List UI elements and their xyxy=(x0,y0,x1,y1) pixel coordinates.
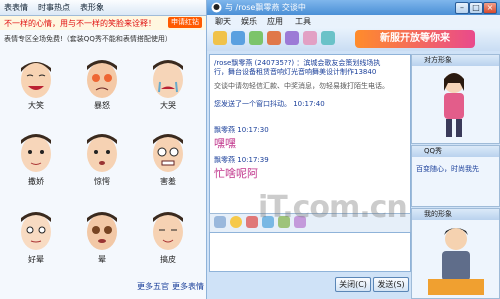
peer-avatar-icon xyxy=(444,73,464,137)
face-naughty-icon[interactable] xyxy=(144,208,192,252)
emoji-icon[interactable] xyxy=(230,216,242,228)
watermark: iT.com.cn xyxy=(258,190,408,225)
my-avatar-icon xyxy=(428,228,484,295)
system-shake-notice: 您发送了一个窗口抖动。 10:17:40 xyxy=(214,100,325,108)
maximize-button[interactable]: □ xyxy=(469,2,483,14)
face-label: 暴怒 xyxy=(94,101,110,110)
close-window-button[interactable]: × xyxy=(483,2,497,14)
face-label: 大笑 xyxy=(28,101,44,110)
tab-hot-topics[interactable]: 时事热点 xyxy=(38,2,70,14)
bottom-buttons: 关闭(C) 发送(S) xyxy=(207,272,410,299)
face-label: 惊愕 xyxy=(94,177,110,186)
tab-avatar[interactable]: 表形象 xyxy=(80,2,104,14)
face-coy-icon[interactable] xyxy=(12,130,60,174)
promo-text: 不一样的心情，用与不一样的笑脸来诠释！ xyxy=(4,19,156,28)
face-cry-icon[interactable] xyxy=(144,56,192,100)
qqshow-title: QQ秀 xyxy=(412,146,499,157)
face-faint-icon[interactable] xyxy=(78,208,126,252)
sender-name: 飘零燕 xyxy=(214,156,235,164)
message-text: 忙啥呢阿 xyxy=(214,167,258,180)
video-icon[interactable] xyxy=(231,31,245,45)
menu-entertainment[interactable]: 娱乐 xyxy=(241,16,257,27)
free-notice: 表情专区全场免费!（套装QQ秀不能和表情搭配使用） xyxy=(4,35,172,43)
voice-icon[interactable] xyxy=(213,31,227,45)
menu-tools[interactable]: 工具 xyxy=(295,16,311,27)
minimize-button[interactable]: – xyxy=(455,2,469,14)
message-input[interactable] xyxy=(209,232,411,272)
sender-name: 飘零燕 xyxy=(214,126,235,134)
face-label: 撒娇 xyxy=(28,177,44,186)
promo-bar: 不一样的心情，用与不一样的笑脸来诠释！ 申请红钻 xyxy=(0,16,206,30)
tab-expressions[interactable]: 表表情 xyxy=(4,2,28,14)
face-angry-icon[interactable] xyxy=(78,56,126,100)
face-dizzy-icon[interactable] xyxy=(12,208,60,252)
menu-apps[interactable]: 应用 xyxy=(267,16,283,27)
face-grid: 大笑 暴怒 大哭 撒娇 惊愕 害羞 好晕 晕 搞皮 xyxy=(0,48,206,278)
window-title: 与 /rose飘零燕 交谈中 xyxy=(225,3,306,12)
qqshow-slogan[interactable]: 百变随心，时尚我先 xyxy=(416,164,479,174)
title-bar: 与 /rose飘零燕 交谈中 – □ × xyxy=(207,0,500,15)
face-label: 晕 xyxy=(98,255,106,264)
face-label: 大哭 xyxy=(160,101,176,110)
face-label: 搞皮 xyxy=(160,255,176,264)
my-avatar-panel: 我的形象 xyxy=(411,208,500,299)
peer-avatar-panel: 对方形象 xyxy=(411,54,500,144)
qqshow-panel: QQ秀 百变随心，时尚我先 xyxy=(411,145,500,207)
apply-red-diamond-button[interactable]: 申请红钻 xyxy=(168,17,202,28)
menu-chat[interactable]: 聊天 xyxy=(215,16,231,27)
face-shocked-icon[interactable] xyxy=(78,130,126,174)
menu-bar: 聊天 娱乐 应用 工具 xyxy=(207,15,500,27)
qzone-icon[interactable] xyxy=(303,31,317,45)
ad-banner[interactable]: 新服开放等你来 xyxy=(355,30,475,48)
more-features-link[interactable]: 更多五官 xyxy=(137,281,169,292)
close-chat-button[interactable]: 关闭(C) xyxy=(335,277,371,292)
font-icon[interactable] xyxy=(214,216,226,228)
system-warning: 交谈中请勿轻信汇款、中奖消息，勿轻易拨打陌生电话。 xyxy=(214,82,389,90)
message-time: 10:17:39 xyxy=(237,156,269,164)
peer-avatar-title: 对方形象 xyxy=(412,55,499,66)
message-text: 嘿嘿 xyxy=(214,137,236,150)
group-icon[interactable] xyxy=(285,31,299,45)
message-line: 行，舞台设备租赁音响灯光音响舞美设计制作13840 xyxy=(214,68,377,76)
face-laugh-icon[interactable] xyxy=(12,56,60,100)
send-button[interactable]: 发送(S) xyxy=(373,277,409,292)
face-label: 好晕 xyxy=(28,255,44,264)
more-expressions-link[interactable]: 更多表情 xyxy=(172,281,204,292)
apps-icon[interactable] xyxy=(321,31,335,45)
face-label: 害羞 xyxy=(160,177,176,186)
face-shy-icon[interactable] xyxy=(144,130,192,174)
panel-tabs: 表表情 时事热点 表形象 xyxy=(0,0,206,16)
qq-penguin-icon xyxy=(211,2,222,13)
remote-icon[interactable] xyxy=(267,31,281,45)
file-transfer-icon[interactable] xyxy=(249,31,263,45)
my-avatar-title: 我的形象 xyxy=(412,209,499,220)
shake-icon[interactable] xyxy=(246,216,258,228)
message-time: 10:17:30 xyxy=(237,126,269,134)
